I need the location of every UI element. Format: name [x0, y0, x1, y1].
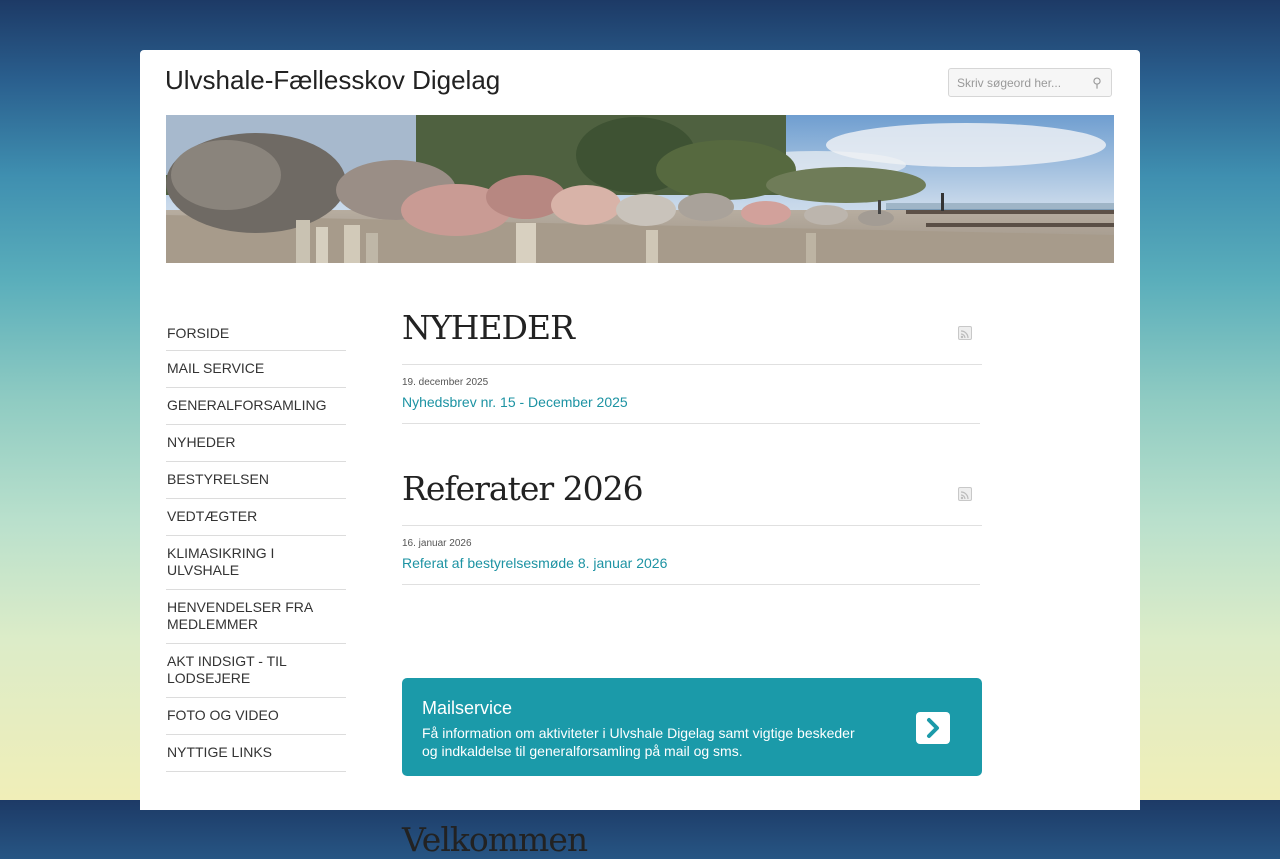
nav-item-label: BESTYRELSEN — [167, 471, 269, 487]
nav-item-henvendelser[interactable]: HENVENDELSER FRA MEDLEMMER — [166, 590, 346, 644]
entry-link[interactable]: Referat af bestyrelsesmøde 8. januar 202… — [402, 555, 667, 571]
main-content: NYHEDER 19. december 2025 Nyhedsbrev nr.… — [402, 306, 982, 859]
nav-item-generalforsamling[interactable]: GENERALFORSAMLING — [166, 388, 346, 425]
welcome-title: Velkommen — [402, 820, 588, 859]
section-header: Referater 2026 — [402, 467, 982, 526]
beach-rocks-illustration — [166, 115, 1114, 263]
news-entry: 19. december 2025 Nyhedsbrev nr. 15 - De… — [402, 365, 980, 424]
nav-item-label: HENVENDELSER FRA MEDLEMMER — [167, 599, 314, 632]
rss-icon-graphic — [960, 330, 969, 339]
mailservice-text: Få information om aktiviteter i Ulvshale… — [422, 725, 855, 759]
nav-item-mail-service[interactable]: MAIL SERVICE — [166, 351, 346, 388]
nav-item-nyheder[interactable]: NYHEDER — [166, 425, 346, 462]
nav-item-label: FOTO OG VIDEO — [167, 707, 279, 723]
nav-item-label: MAIL SERVICE — [167, 360, 265, 376]
nav-item-label: AKT INDSIGT - TIL LODSEJERE — [167, 653, 287, 686]
site-title[interactable]: Ulvshale-Fællesskov Digelag — [165, 65, 500, 96]
nav-item-foto-video[interactable]: FOTO OG VIDEO — [166, 698, 346, 735]
entry-date: 19. december 2025 — [402, 377, 489, 388]
rss-icon-graphic — [960, 491, 969, 500]
nav-item-label: VEDTÆGTER — [167, 508, 258, 524]
news-section: NYHEDER 19. december 2025 Nyhedsbrev nr.… — [402, 306, 982, 424]
search-icon[interactable]: ⚲ — [1089, 75, 1105, 91]
nav-item-forside[interactable]: FORSIDE — [166, 315, 346, 351]
header-banner-image — [166, 115, 1114, 263]
chevron-right-icon[interactable] — [916, 712, 950, 744]
minutes-entry: 16. januar 2026 Referat af bestyrelsesmø… — [402, 526, 980, 585]
nav-item-aktindsigt[interactable]: AKT INDSIGT - TIL LODSEJERE — [166, 644, 346, 698]
section-title[interactable]: NYHEDER — [402, 308, 575, 347]
nav-item-label: GENERALFORSAMLING — [167, 397, 327, 413]
nav-item-nyttige-links[interactable]: NYTTIGE LINKS — [166, 735, 346, 772]
nav-item-label: KLIMASIKRING I ULVSHALE — [167, 545, 275, 578]
mailservice-box[interactable]: Mailservice Få information om aktivitete… — [402, 678, 982, 776]
page-container: Ulvshale-Fællesskov Digelag ⚲ — [140, 50, 1140, 859]
rss-icon[interactable] — [958, 326, 972, 340]
search-input[interactable] — [957, 74, 1085, 92]
nav-item-label: NYHEDER — [167, 434, 236, 450]
nav-item-label: NYTTIGE LINKS — [167, 744, 273, 760]
nav-item-klimasikring[interactable]: KLIMASIKRING I ULVSHALE — [166, 536, 346, 590]
nav-item-vedtaegter[interactable]: VEDTÆGTER — [166, 499, 346, 536]
mailservice-title: Mailservice — [422, 698, 513, 718]
sidebar-nav: FORSIDE MAIL SERVICE GENERALFORSAMLING N… — [166, 315, 346, 772]
nav-item-bestyrelsen[interactable]: BESTYRELSEN — [166, 462, 346, 499]
section-header: NYHEDER — [402, 306, 982, 365]
section-title[interactable]: Referater 2026 — [402, 469, 644, 508]
rss-icon[interactable] — [958, 487, 972, 501]
chevron-right-icon-graphic — [927, 718, 939, 738]
minutes-section: Referater 2026 16. januar 2026 Referat a… — [402, 467, 982, 585]
nav-item-label: FORSIDE — [167, 325, 230, 341]
search-box: ⚲ — [948, 68, 1112, 97]
entry-date: 16. januar 2026 — [402, 538, 472, 549]
entry-link[interactable]: Nyhedsbrev nr. 15 - December 2025 — [402, 394, 628, 410]
